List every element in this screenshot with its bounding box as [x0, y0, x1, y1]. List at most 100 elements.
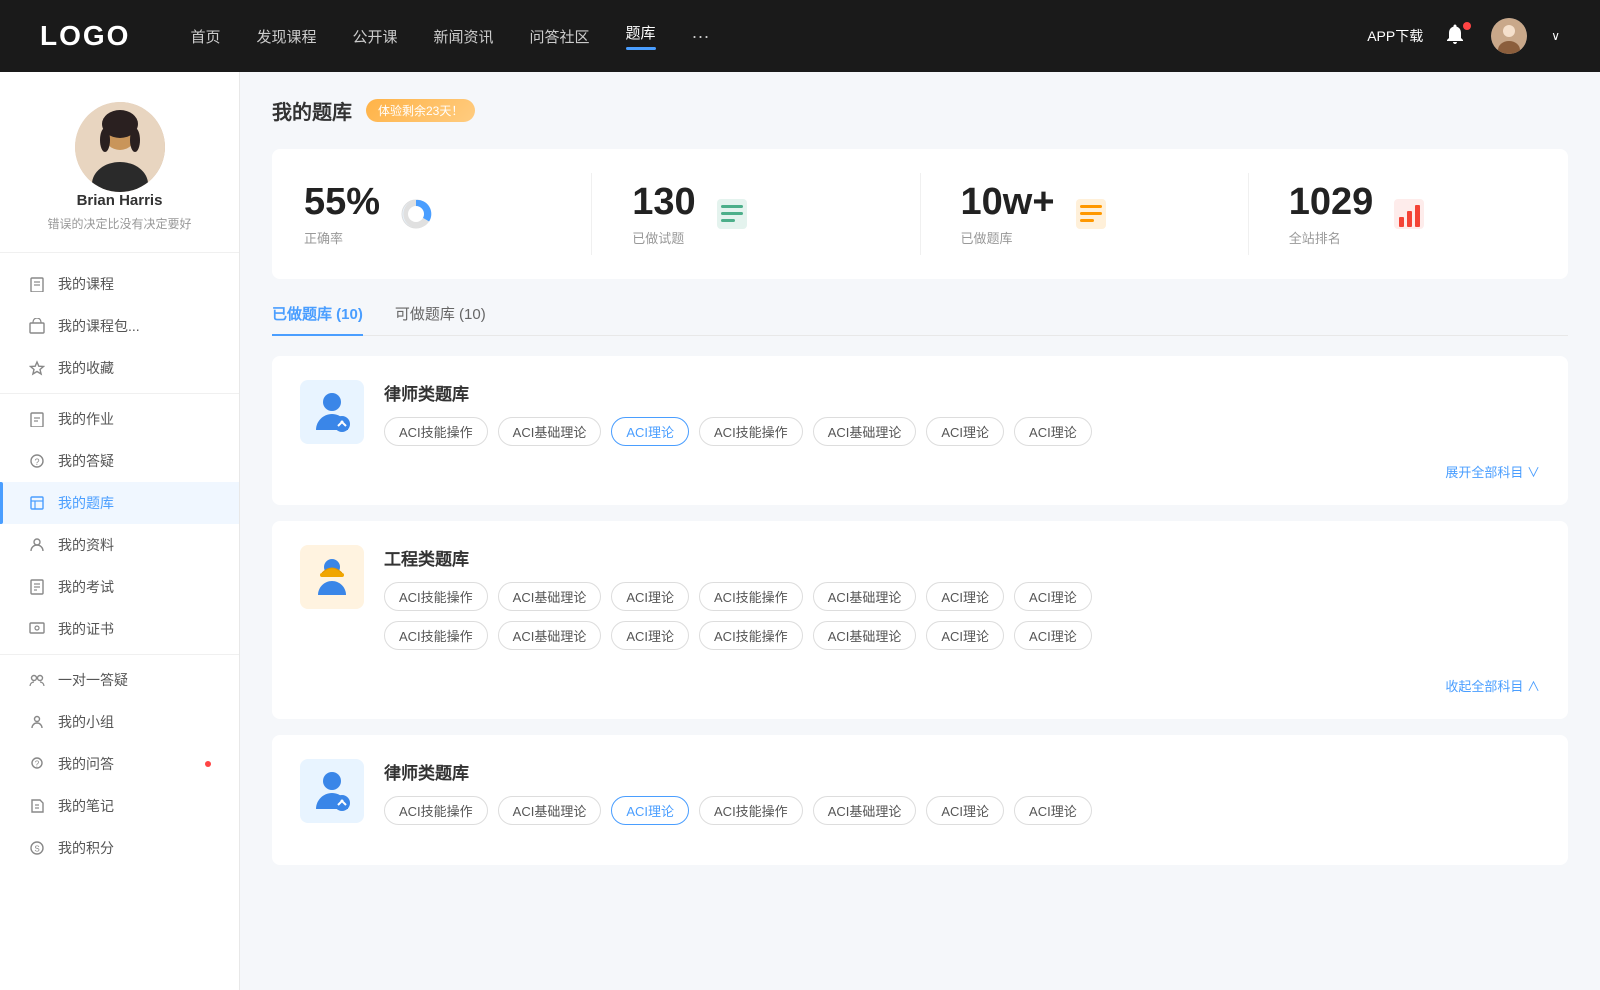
- stat-done-questions-number: 130: [632, 181, 695, 224]
- sidebar-item-cert[interactable]: 我的证书: [0, 608, 239, 650]
- tab-done[interactable]: 已做题库 (10): [272, 303, 363, 336]
- stat-done-banks-label: 已做题库: [961, 228, 1055, 247]
- sidebar-item-one-one[interactable]: 一对一答疑: [0, 659, 239, 701]
- nav-news[interactable]: 新闻资讯: [434, 22, 494, 51]
- bank-tag[interactable]: ACI基础理论: [813, 417, 917, 446]
- user-name: Brian Harris: [77, 192, 163, 209]
- navbar-menu: 首页 发现课程 公开课 新闻资讯 问答社区 题库 ···: [190, 18, 1367, 54]
- bank-tag[interactable]: ACI技能操作: [384, 417, 488, 446]
- sidebar-item-qa-my[interactable]: ? 我的问答: [0, 743, 239, 785]
- sidebar-item-qa-mine[interactable]: ? 我的答疑: [0, 440, 239, 482]
- list-orange-icon: [1071, 194, 1111, 234]
- bank-tag[interactable]: ACI理论: [1014, 417, 1092, 446]
- sidebar-item-exam[interactable]: 我的考试: [0, 566, 239, 608]
- bank-tag[interactable]: ACI基础理论: [813, 582, 917, 611]
- list-green-icon: [712, 194, 752, 234]
- nav-home[interactable]: 首页: [190, 22, 220, 51]
- points-icon: S: [28, 839, 46, 857]
- bank-tag[interactable]: ACI技能操作: [384, 796, 488, 825]
- bank-content-1: 律师类题库 ACI技能操作 ACI基础理论 ACI理论 ACI技能操作 ACI基…: [384, 380, 1540, 446]
- layout: Brian Harris 错误的决定比没有决定要好 我的课程 我的课程包...: [0, 72, 1600, 990]
- sidebar-divider-2: [0, 654, 239, 655]
- bank-header-1: 律师类题库 ACI技能操作 ACI基础理论 ACI理论 ACI技能操作 ACI基…: [300, 380, 1540, 446]
- question-icon: ?: [28, 452, 46, 470]
- bank-tag[interactable]: ACI基础理论: [498, 582, 602, 611]
- nav-public-course[interactable]: 公开课: [352, 22, 397, 51]
- bank-tag[interactable]: ACI基础理论: [813, 621, 917, 650]
- app-download[interactable]: APP下载: [1367, 26, 1423, 46]
- bank-tag[interactable]: ACI技能操作: [699, 582, 803, 611]
- user-motto: 错误的决定比没有决定要好: [47, 215, 191, 232]
- sidebar: Brian Harris 错误的决定比没有决定要好 我的课程 我的课程包...: [0, 72, 240, 990]
- bank-tag-active[interactable]: ACI理论: [611, 796, 689, 825]
- bank-title-3: 律师类题库: [384, 759, 1540, 784]
- bank-tag[interactable]: ACI理论: [926, 621, 1004, 650]
- sidebar-item-favorites[interactable]: 我的收藏: [0, 347, 239, 389]
- bank-tag[interactable]: ACI理论: [926, 796, 1004, 825]
- bank-tags-row-1: ACI技能操作 ACI基础理论 ACI理论 ACI技能操作 ACI基础理论 AC…: [384, 582, 1540, 611]
- bank-tag[interactable]: ACI理论: [1014, 621, 1092, 650]
- stat-done-questions-label: 已做试题: [632, 228, 695, 247]
- bank-tag[interactable]: ACI技能操作: [699, 621, 803, 650]
- bank-tag[interactable]: ACI基础理论: [498, 796, 602, 825]
- group-icon: [28, 713, 46, 731]
- nav-discover[interactable]: 发现课程: [256, 22, 316, 51]
- bank-title-1: 律师类题库: [384, 380, 1540, 405]
- note-icon: [28, 797, 46, 815]
- bank-tag[interactable]: ACI基础理论: [498, 417, 602, 446]
- sidebar-profile: Brian Harris 错误的决定比没有决定要好: [0, 72, 239, 253]
- bank-tag[interactable]: ACI理论: [1014, 796, 1092, 825]
- bank-tag-active[interactable]: ACI理论: [611, 417, 689, 446]
- homework-icon: [28, 410, 46, 428]
- bank-tag[interactable]: ACI基础理论: [813, 796, 917, 825]
- bank-tag[interactable]: ACI技能操作: [699, 417, 803, 446]
- bank-tag[interactable]: ACI理论: [926, 417, 1004, 446]
- sidebar-label-qa-my: 我的问答: [58, 754, 114, 774]
- cert-icon: [28, 620, 46, 638]
- profile-avatar: [75, 102, 165, 192]
- stat-done-banks-number: 10w+: [961, 181, 1055, 224]
- sidebar-item-points[interactable]: S 我的积分: [0, 827, 239, 869]
- bell-button[interactable]: [1443, 22, 1471, 50]
- nav-qa[interactable]: 问答社区: [530, 22, 590, 51]
- stat-rank: 1029 全站排名: [1289, 173, 1536, 255]
- logo[interactable]: LOGO: [40, 20, 130, 52]
- sidebar-item-package[interactable]: 我的课程包...: [0, 305, 239, 347]
- bank-tag[interactable]: ACI理论: [1014, 582, 1092, 611]
- sidebar-item-bank[interactable]: 我的题库: [0, 482, 239, 524]
- bank-icon: [28, 494, 46, 512]
- svg-text:?: ?: [34, 457, 39, 467]
- sidebar-label-notes: 我的笔记: [58, 796, 114, 816]
- sidebar-item-profile[interactable]: 我的资料: [0, 524, 239, 566]
- sidebar-item-homework[interactable]: 我的作业: [0, 398, 239, 440]
- sidebar-item-course[interactable]: 我的课程: [0, 263, 239, 305]
- star-icon: [28, 359, 46, 377]
- sidebar-label-course: 我的课程: [58, 274, 114, 294]
- bank-footer-1: 展开全部科目 ∨: [300, 462, 1540, 481]
- tab-available[interactable]: 可做题库 (10): [395, 303, 486, 336]
- bank-tag[interactable]: ACI理论: [926, 582, 1004, 611]
- bank-tag[interactable]: ACI技能操作: [384, 621, 488, 650]
- bell-notification-dot: [1463, 22, 1471, 30]
- bank-collapse-2[interactable]: 收起全部科目 ∧: [1445, 676, 1540, 695]
- bank-tags-3: ACI技能操作 ACI基础理论 ACI理论 ACI技能操作 ACI基础理论 AC…: [384, 796, 1540, 825]
- bank-expand-1[interactable]: 展开全部科目 ∨: [1445, 462, 1540, 481]
- bank-tag[interactable]: ACI理论: [611, 621, 689, 650]
- stat-done-banks: 10w+ 已做题库: [961, 173, 1249, 255]
- nav-more[interactable]: ···: [692, 26, 710, 47]
- nav-bank[interactable]: 题库: [626, 18, 656, 54]
- bank-tag[interactable]: ACI技能操作: [699, 796, 803, 825]
- stats-card: 55% 正确率 130 已做试题: [272, 149, 1568, 279]
- bank-card-lawyer-1: 律师类题库 ACI技能操作 ACI基础理论 ACI理论 ACI技能操作 ACI基…: [272, 356, 1568, 505]
- bank-tag[interactable]: ACI技能操作: [384, 582, 488, 611]
- avatar-dropdown-arrow[interactable]: ∨: [1551, 29, 1560, 43]
- sidebar-item-notes[interactable]: 我的笔记: [0, 785, 239, 827]
- sidebar-menu: 我的课程 我的课程包... 我的收藏: [0, 253, 239, 879]
- bank-tag[interactable]: ACI理论: [611, 582, 689, 611]
- stat-rank-number: 1029: [1289, 181, 1374, 224]
- trial-badge: 体验剩余23天！: [366, 99, 475, 122]
- exam-icon: [28, 578, 46, 596]
- sidebar-item-group[interactable]: 我的小组: [0, 701, 239, 743]
- avatar[interactable]: [1491, 18, 1527, 54]
- bank-tag[interactable]: ACI基础理论: [498, 621, 602, 650]
